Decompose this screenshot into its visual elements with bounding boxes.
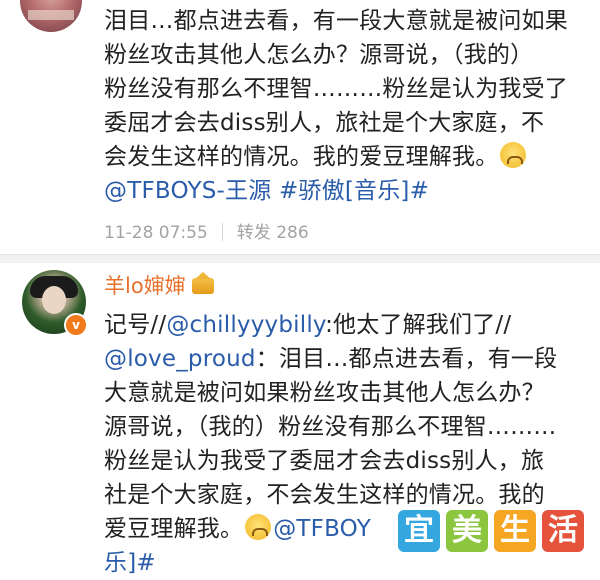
- avatar-face: [42, 286, 66, 314]
- crown-icon: [191, 272, 214, 294]
- user-post-line-6: 社是个大家庭，不会发生这样的情况。我的: [104, 482, 545, 508]
- watermark-char-3: 生: [494, 510, 536, 552]
- top-post-avatar[interactable]: [20, 0, 82, 32]
- user-post-line-2: @love_proud：泪目…都点进去看，有一段: [104, 342, 594, 376]
- top-post-line-4: 委屈才会去diss别人，旅社是个大家庭，不: [104, 110, 545, 136]
- prefix-text: 记号//: [104, 312, 167, 338]
- top-post-content: 泪目…都点进去看，有一段大意就是被问如果 粉丝攻击其他人怎么办？源哥说，（我的）…: [104, 4, 594, 208]
- top-post-line-3: 粉丝没有那么不理智………粉丝是认为我受了: [104, 76, 568, 102]
- top-post-meta: 11-28 07:55 转发 286: [104, 218, 309, 243]
- top-post-line-5-text: 会发生这样的情况。我的爱豆理解我。: [104, 144, 499, 170]
- watermark-logo: 宜美生活: [398, 510, 590, 552]
- username-link[interactable]: 羊lo婶婶: [104, 270, 214, 300]
- line-1-rest: :他太了解我们了//: [325, 312, 512, 338]
- crying-face-icon: [500, 142, 527, 168]
- top-post-mention-line[interactable]: @TFBOYS-王源 #骄傲[音乐]#: [104, 174, 594, 208]
- username-text[interactable]: 羊lo婶婶: [104, 274, 186, 298]
- top-post-line-1: 泪目…都点进去看，有一段大意就是被问如果: [104, 8, 568, 34]
- watermark-char-4: 活: [542, 510, 584, 552]
- crying-face-icon: [245, 514, 272, 540]
- mention-tfboy[interactable]: @TFBOY: [273, 516, 371, 542]
- top-post-line-5: 会发生这样的情况。我的爱豆理解我。: [104, 140, 594, 174]
- repost-count-button[interactable]: 转发 286: [237, 223, 309, 243]
- last-line-text: 爱豆理解我。: [104, 516, 244, 542]
- mention-love-proud[interactable]: @love_proud: [104, 346, 256, 372]
- verified-badge-icon: v: [64, 313, 88, 337]
- watermark-char-2: 美: [446, 510, 488, 552]
- user-post-line-3: 大意就是被问如果粉丝攻击其他人怎么办？: [104, 380, 545, 406]
- avatar-detail: [28, 10, 74, 20]
- top-post-line-2: 粉丝攻击其他人怎么办？源哥说，（我的）: [104, 42, 534, 68]
- meta-divider: [221, 223, 223, 241]
- watermark-char-1: 宜: [398, 510, 440, 552]
- user-post-line-5: 粉丝是认为我受了委屈才会去diss别人，旅: [104, 448, 545, 474]
- post-divider: [0, 254, 600, 263]
- user-post-line-4: 源哥说，（我的）粉丝没有那么不理智………: [104, 414, 557, 440]
- line-2-rest: ：泪目…都点进去看，有一段: [255, 346, 558, 372]
- post-timestamp: 11-28 07:55: [104, 223, 208, 243]
- mention-chillyyybilly[interactable]: @chillyyybilly: [166, 312, 325, 338]
- user-post-line-1: 记号//@chillyyybilly:他太了解我们了//: [104, 308, 594, 342]
